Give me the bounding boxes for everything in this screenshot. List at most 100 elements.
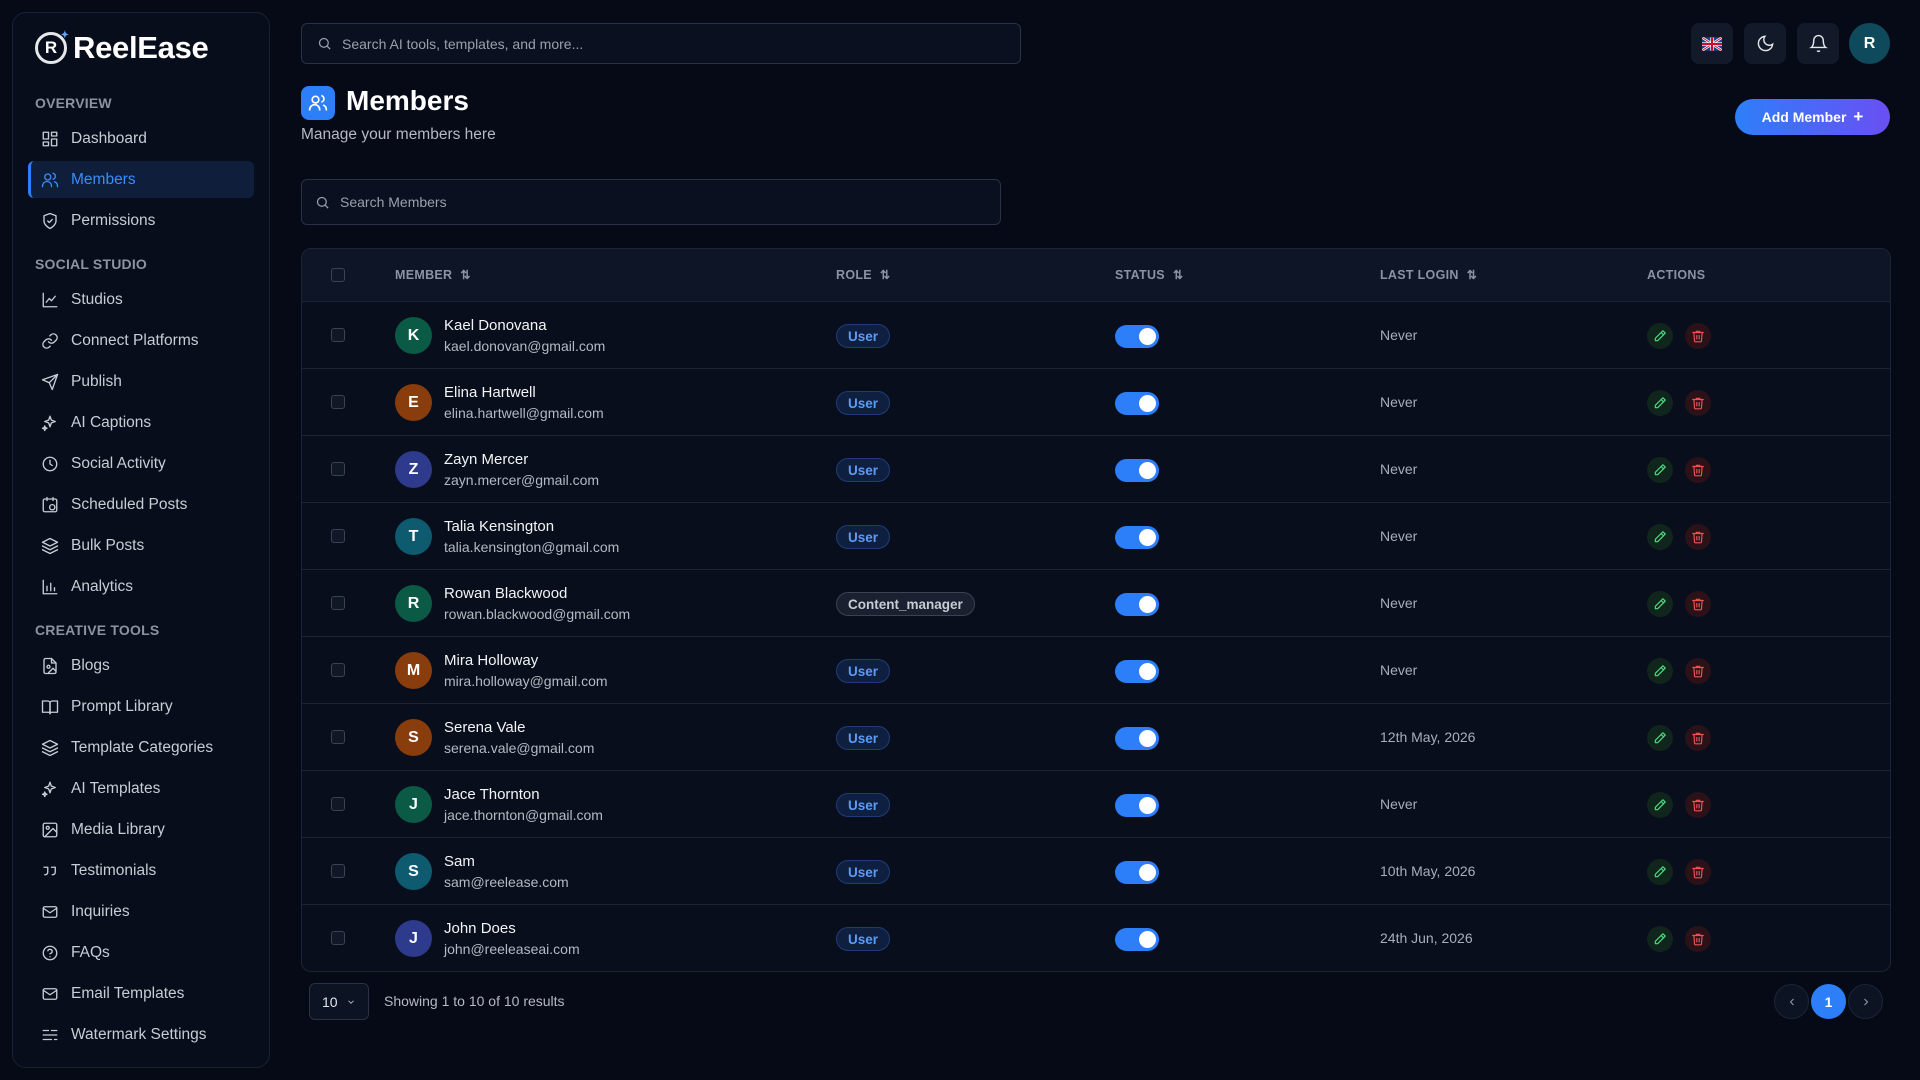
- status-toggle[interactable]: [1115, 794, 1159, 817]
- sidebar-item-studios[interactable]: Studios: [28, 281, 254, 318]
- help-circle-icon: [42, 945, 58, 960]
- row-checkbox[interactable]: [331, 797, 345, 811]
- trash-icon: [1692, 598, 1704, 611]
- next-page-button[interactable]: [1848, 984, 1883, 1019]
- row-checkbox[interactable]: [331, 864, 345, 878]
- sidebar-item-template-categories[interactable]: Template Categories: [28, 729, 254, 766]
- sidebar-item-dashboard[interactable]: Dashboard: [28, 120, 254, 157]
- status-toggle[interactable]: [1115, 392, 1159, 415]
- delete-button[interactable]: [1685, 323, 1711, 349]
- delete-button[interactable]: [1685, 725, 1711, 751]
- theme-toggle-button[interactable]: [1744, 23, 1786, 64]
- sidebar-item-connect-platforms[interactable]: Connect Platforms: [28, 322, 254, 359]
- sidebar-item-bulk-posts[interactable]: Bulk Posts: [28, 527, 254, 564]
- member-name: Elina Hartwell: [444, 384, 536, 401]
- column-role[interactable]: ROLE ⇅: [836, 268, 890, 282]
- member-email: jace.thornton@gmail.com: [444, 807, 603, 823]
- status-toggle[interactable]: [1115, 526, 1159, 549]
- status-toggle[interactable]: [1115, 325, 1159, 348]
- sidebar-item-testimonials[interactable]: Testimonials: [28, 852, 254, 889]
- send-icon: [41, 373, 59, 390]
- add-member-button[interactable]: Add Member +: [1735, 99, 1890, 135]
- edit-button[interactable]: [1647, 591, 1673, 617]
- sidebar-item-ai-captions[interactable]: AI Captions: [28, 404, 254, 441]
- pencil-icon: [1654, 464, 1666, 476]
- edit-button[interactable]: [1647, 390, 1673, 416]
- row-checkbox[interactable]: [331, 328, 345, 342]
- status-toggle[interactable]: [1115, 928, 1159, 951]
- chart-icon: [42, 292, 58, 307]
- member-name: Rowan Blackwood: [444, 585, 568, 602]
- row-checkbox[interactable]: [331, 663, 345, 677]
- delete-button[interactable]: [1685, 658, 1711, 684]
- sidebar-item-permissions[interactable]: Permissions: [28, 202, 254, 239]
- column-last-login[interactable]: LAST LOGIN ⇅: [1380, 268, 1477, 282]
- sidebar-item-blogs[interactable]: Blogs: [28, 647, 254, 684]
- status-toggle[interactable]: [1115, 660, 1159, 683]
- sidebar-item-media-library[interactable]: Media Library: [28, 811, 254, 848]
- last-login: 12th May, 2026: [1380, 729, 1476, 745]
- member-search-input[interactable]: [340, 194, 980, 210]
- delete-button[interactable]: [1685, 457, 1711, 483]
- sidebar-item-inquiries[interactable]: Inquiries: [28, 893, 254, 930]
- status-toggle[interactable]: [1115, 727, 1159, 750]
- sidebar-item-social-activity[interactable]: Social Activity: [28, 445, 254, 482]
- page-1-button[interactable]: 1: [1811, 984, 1846, 1019]
- delete-button[interactable]: [1685, 926, 1711, 952]
- toggle-knob: [1139, 328, 1156, 345]
- role-badge: User: [836, 659, 891, 683]
- edit-button[interactable]: [1647, 524, 1673, 550]
- edit-button[interactable]: [1647, 457, 1673, 483]
- status-toggle[interactable]: [1115, 861, 1159, 884]
- member-email: john@reeleaseai.com: [444, 941, 580, 957]
- status-toggle[interactable]: [1115, 593, 1159, 616]
- delete-button[interactable]: [1685, 390, 1711, 416]
- row-checkbox[interactable]: [331, 596, 345, 610]
- edit-button[interactable]: [1647, 725, 1673, 751]
- delete-button[interactable]: [1685, 524, 1711, 550]
- sidebar-item-publish[interactable]: Publish: [28, 363, 254, 400]
- edit-button[interactable]: [1647, 926, 1673, 952]
- global-search-input[interactable]: [342, 35, 982, 52]
- prev-page-button[interactable]: [1774, 984, 1809, 1019]
- member-search[interactable]: [301, 179, 1001, 225]
- member-name: Jace Thornton: [444, 786, 540, 803]
- sidebar-item-label: AI Templates: [71, 779, 161, 797]
- sidebar-item-members[interactable]: Members: [28, 161, 254, 198]
- member-name: Sam: [444, 853, 475, 870]
- sidebar-item-email-templates[interactable]: Email Templates: [28, 975, 254, 1012]
- row-checkbox[interactable]: [331, 730, 345, 744]
- app-logo[interactable]: R ✦ ReelEase: [13, 13, 269, 83]
- edit-button[interactable]: [1647, 323, 1673, 349]
- edit-button[interactable]: [1647, 658, 1673, 684]
- sidebar-item-ai-templates[interactable]: AI Templates: [28, 770, 254, 807]
- row-checkbox[interactable]: [331, 529, 345, 543]
- delete-button[interactable]: [1685, 792, 1711, 818]
- edit-button[interactable]: [1647, 792, 1673, 818]
- add-member-label: Add Member: [1761, 109, 1847, 125]
- row-checkbox[interactable]: [331, 931, 345, 945]
- toggle-knob: [1139, 596, 1156, 613]
- row-checkbox[interactable]: [331, 462, 345, 476]
- row-checkbox[interactable]: [331, 395, 345, 409]
- bell-icon: [1808, 34, 1828, 53]
- delete-button[interactable]: [1685, 591, 1711, 617]
- sidebar-item-prompt-library[interactable]: Prompt Library: [28, 688, 254, 725]
- select-all-checkbox[interactable]: [331, 268, 345, 282]
- delete-button[interactable]: [1685, 859, 1711, 885]
- global-search[interactable]: [301, 23, 1021, 64]
- sidebar-item-scheduled-posts[interactable]: Scheduled Posts: [28, 486, 254, 523]
- sidebar-item-analytics[interactable]: Analytics: [28, 568, 254, 605]
- sidebar-item-faqs[interactable]: FAQs: [28, 934, 254, 971]
- page-size-select[interactable]: 10: [309, 983, 369, 1020]
- results-summary: Showing 1 to 10 of 10 results: [384, 993, 565, 1009]
- sidebar-item-watermark-settings[interactable]: Watermark Settings: [28, 1016, 254, 1053]
- language-button[interactable]: [1691, 23, 1733, 64]
- column-status[interactable]: STATUS ⇅: [1115, 268, 1183, 282]
- column-member[interactable]: MEMBER ⇅: [395, 268, 471, 282]
- notifications-button[interactable]: [1797, 23, 1839, 64]
- trash-icon: [1692, 665, 1704, 678]
- status-toggle[interactable]: [1115, 459, 1159, 482]
- user-avatar[interactable]: R: [1849, 23, 1890, 64]
- edit-button[interactable]: [1647, 859, 1673, 885]
